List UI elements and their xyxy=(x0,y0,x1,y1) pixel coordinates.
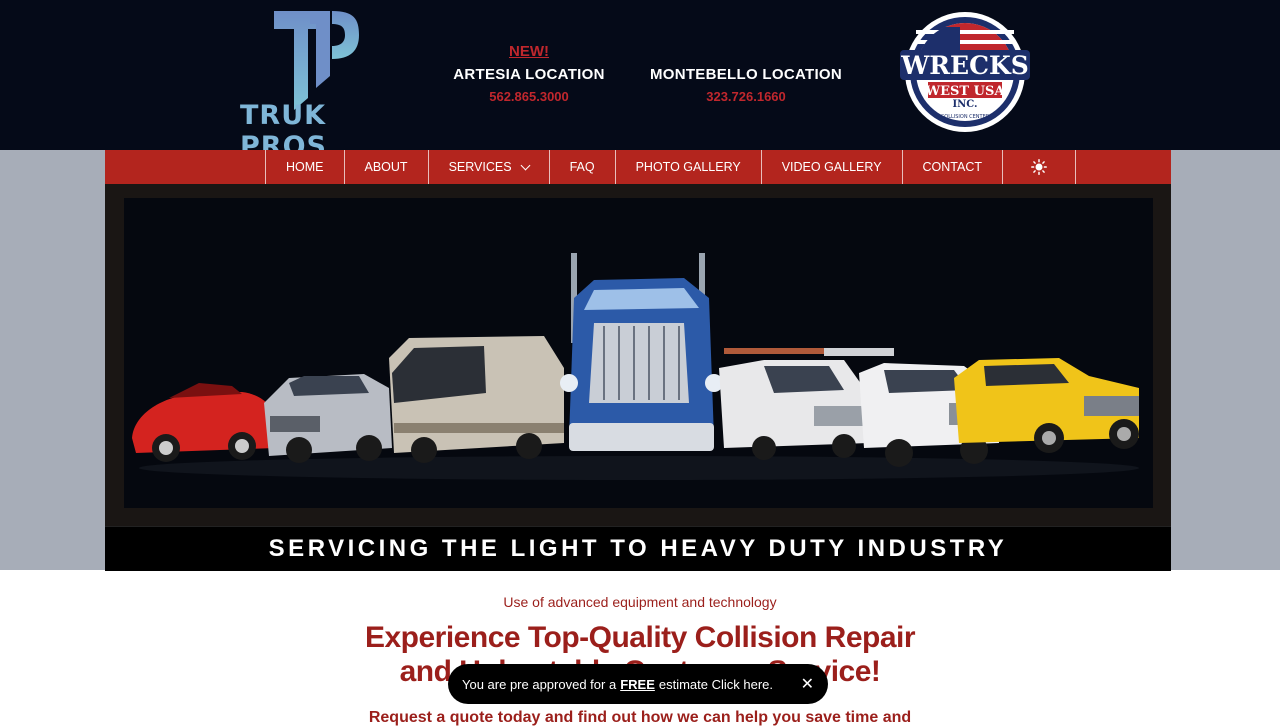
new-badge[interactable]: NEW! xyxy=(449,43,609,62)
nav-label: PHOTO GALLERY xyxy=(635,160,741,174)
hero-banner xyxy=(105,184,1171,526)
montebello-location: MONTEBELLO LOCATION 323.726.1660 xyxy=(646,43,846,104)
close-icon[interactable]: ✕ xyxy=(801,674,814,694)
white-van-image xyxy=(719,348,869,460)
red-convertible-image xyxy=(132,383,276,462)
new-badge xyxy=(646,43,846,62)
wrecks-west-usa-badge[interactable]: WRECKS WEST USA INC. COLLISION CENTER xyxy=(900,10,1030,134)
hero-image xyxy=(124,198,1153,508)
semi-truck-image xyxy=(560,253,723,451)
location-name: ARTESIA LOCATION xyxy=(453,66,605,83)
nav-faq[interactable]: FAQ xyxy=(550,150,616,184)
nav-video-gallery[interactable]: VIDEO GALLERY xyxy=(762,150,903,184)
toast-text: You are pre approved for a xyxy=(462,676,617,692)
theme-toggle[interactable] xyxy=(1003,150,1077,184)
yellow-suv-image xyxy=(954,358,1139,453)
nav-label: HOME xyxy=(286,160,324,174)
right-backdrop xyxy=(1171,150,1280,570)
main-nav: HOME ABOUT SERVICES FAQ PHOTO GALLERY VI… xyxy=(105,150,1171,184)
svg-text:COLLISION CENTER: COLLISION CENTER xyxy=(941,114,990,120)
sun-icon xyxy=(1031,159,1047,175)
nav-about[interactable]: ABOUT xyxy=(345,150,429,184)
nav-label: FAQ xyxy=(569,160,595,174)
nav-photo-gallery[interactable]: PHOTO GALLERY xyxy=(616,150,762,184)
artesia-location: NEW! ARTESIA LOCATION 562.865.3000 xyxy=(449,43,609,104)
hero-tagline: SERVICING THE LIGHT TO HEAVY DUTY INDUST… xyxy=(105,526,1171,571)
nav-label: CONTACT xyxy=(922,160,983,174)
svg-text:WEST USA: WEST USA xyxy=(925,84,1006,99)
motorhome-image xyxy=(389,336,564,463)
nav-label: VIDEO GALLERY xyxy=(781,160,882,174)
nav-contact[interactable]: CONTACT xyxy=(903,150,1004,184)
left-backdrop xyxy=(0,150,105,570)
location-phone[interactable]: 323.726.1660 xyxy=(646,89,846,104)
toast-free-link[interactable]: FREE xyxy=(620,677,655,692)
estimate-toast[interactable]: You are pre approved for a FREE estimate… xyxy=(448,664,828,704)
chevron-down-icon xyxy=(520,160,531,170)
headline-line-1: Experience Top-Quality Collision Repair xyxy=(364,621,916,654)
location-phone[interactable]: 562.865.3000 xyxy=(449,89,609,104)
request-quote-text: Request a quote today and find out how w… xyxy=(368,709,912,726)
toast-cta[interactable]: estimate Click here. xyxy=(659,677,773,692)
nav-label: ABOUT xyxy=(364,160,408,174)
section-subheading: Use of advanced equipment and technology xyxy=(503,594,777,610)
location-name: MONTEBELLO LOCATION xyxy=(649,66,843,83)
site-header: TRUK PROS NEW! ARTESIA LOCATION 562.865.… xyxy=(0,0,1280,162)
nav-services[interactable]: SERVICES xyxy=(429,150,550,184)
svg-text:INC.: INC. xyxy=(952,99,977,110)
svg-text:WRECKS: WRECKS xyxy=(900,51,1029,80)
silver-pickup-image xyxy=(264,374,392,463)
nav-label: SERVICES xyxy=(448,160,512,174)
nav-home[interactable]: HOME xyxy=(266,150,345,184)
vehicle-lineup-image xyxy=(132,253,1139,480)
